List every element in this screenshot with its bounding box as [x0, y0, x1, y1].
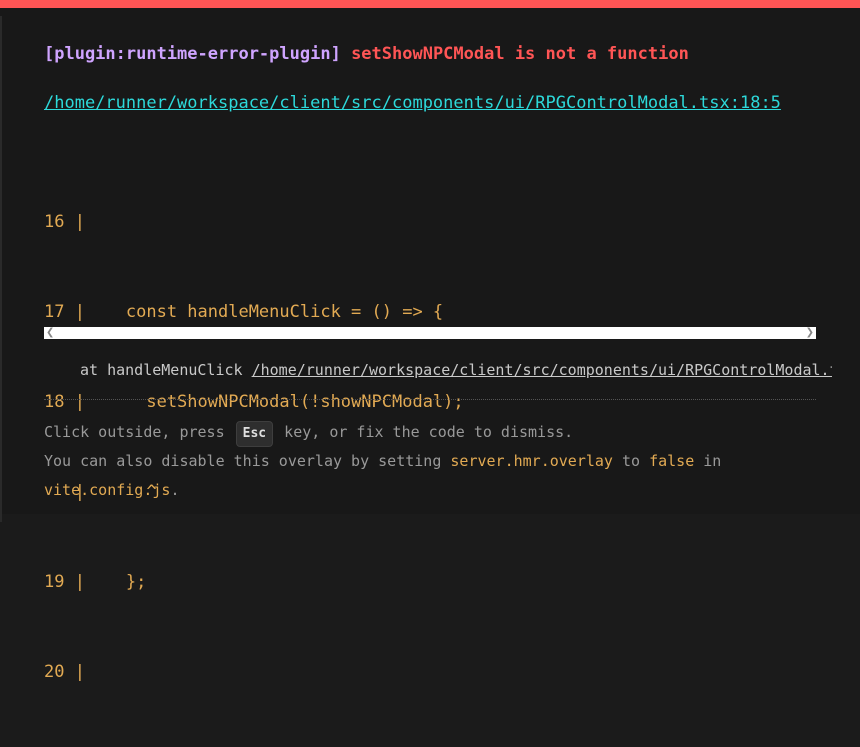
error-text: setShowNPCModal is not a function [351, 44, 689, 64]
code-frame-scrollbar[interactable]: ❮ ❯ [44, 327, 816, 339]
tip-text: . [170, 481, 180, 499]
error-file-link[interactable]: /home/runner/workspace/client/src/compon… [44, 88, 814, 118]
tip-text: key, or fix the code to dismiss. [275, 423, 574, 441]
tip-line-2: You can also disable this overlay by set… [44, 447, 824, 476]
code-line: 18 | setShowNPCModal(!showNPCModal); [44, 392, 464, 412]
setting-name: server.hmr.overlay [450, 452, 613, 470]
config-file-name: vite.config.js [44, 481, 171, 499]
tip-line-1: Click outside, press Esc key, or fix the… [44, 418, 824, 447]
plugin-label: [plugin:runtime-error-plugin] [44, 44, 341, 64]
tip-line-3: vite.config.js. [44, 476, 824, 505]
tip-text: to [612, 452, 650, 470]
setting-value: false [649, 452, 695, 470]
code-line: 19 | }; [44, 572, 147, 592]
scroll-right-arrow-icon[interactable]: ❯ [806, 327, 814, 339]
code-line: 20 | [44, 662, 85, 682]
error-message: [plugin:runtime-error-plugin] setShowNPC… [44, 42, 689, 66]
code-line: 17 | const handleMenuClick = () => { [44, 302, 444, 322]
stack-prefix: at handleMenuClick [80, 361, 252, 379]
dismiss-tip: Click outside, press Esc key, or fix the… [44, 418, 824, 505]
stack-location-link[interactable]: /home/runner/workspace/client/src/compon… [252, 361, 832, 379]
scroll-left-arrow-icon[interactable]: ❮ [46, 327, 54, 339]
esc-key: Esc [235, 421, 274, 447]
tip-text: in [694, 452, 722, 470]
divider [44, 399, 816, 400]
error-overlay: [plugin:runtime-error-plugin] setShowNPC… [0, 0, 860, 682]
overlay-edge [0, 16, 2, 522]
stack-trace: at handleMenuClick /home/runner/workspac… [80, 358, 832, 382]
tip-text: You can also disable this overlay by set… [44, 452, 451, 470]
code-line: 16 | [44, 212, 85, 232]
tip-text: Click outside, press [44, 423, 234, 441]
